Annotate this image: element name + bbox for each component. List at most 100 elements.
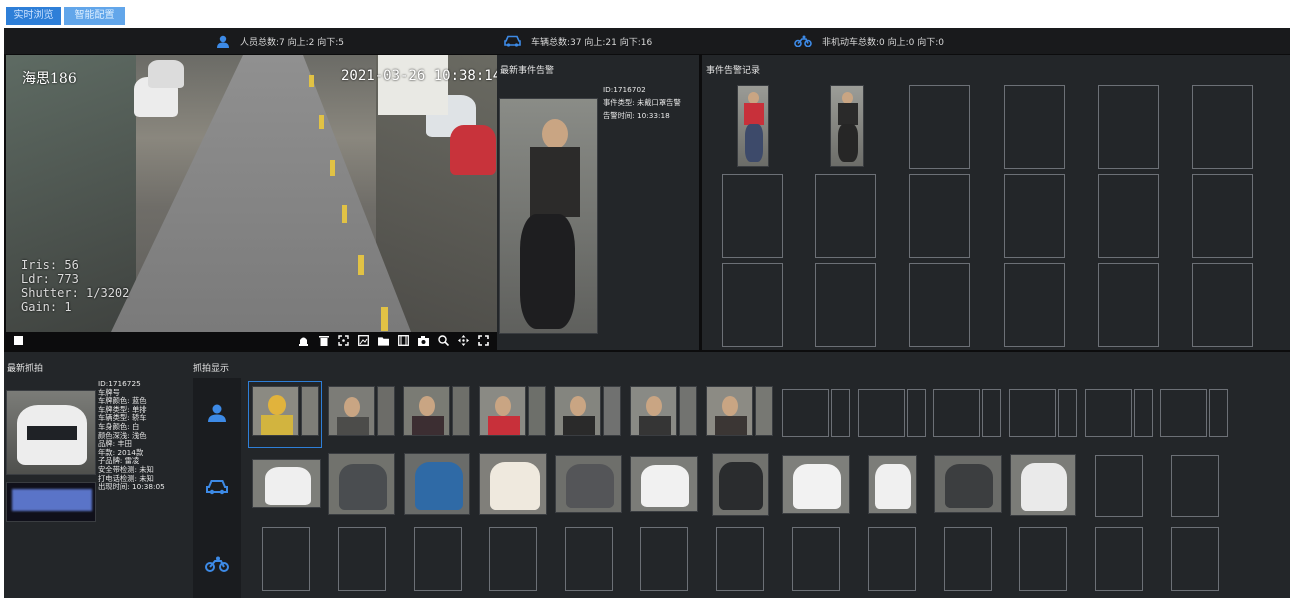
person-capture-slot [907,389,926,437]
tab-live-view[interactable]: 实时浏览 [6,7,61,25]
live-video[interactable]: 海思186 2021-03-26 10:38:14 Iris: 56 Ldr: … [6,55,497,332]
alert-record-slot [815,174,876,258]
vehicle-stat: 车辆总数:37 向上:21 向下:16 [504,28,652,54]
alert-record-slot [1192,85,1253,169]
lane-mark [330,160,335,176]
person-capture-thumb-small[interactable] [301,386,319,436]
capture-car [265,467,311,505]
latest-capture-vehicle[interactable] [6,390,96,475]
person-capture-slot [831,389,850,437]
person-capture-thumb-small[interactable] [679,386,697,436]
nonmotor-capture-slot [565,527,613,591]
person-category-icon[interactable] [193,398,241,428]
record-person [744,103,764,125]
video-toolbar [6,332,497,350]
vehicle-capture-thumb[interactable] [555,455,622,513]
nonmotor-capture-slot [262,527,310,591]
capture-face [495,396,511,416]
person-capture-thumb-small[interactable] [528,386,546,436]
person-capture-thumb[interactable] [630,386,677,436]
capture-face [722,396,738,416]
alert-record-thumb[interactable] [737,85,769,167]
alert-person [530,147,580,217]
nonmotor-capture-slot [489,527,537,591]
person-capture-slot [1009,389,1056,437]
latest-alert-panel: 最新事件告警 ID:1716702 事件类型: 未戴口罩告警 告警时间: 10:… [497,55,699,350]
zoom-icon[interactable] [438,335,449,346]
delete-icon[interactable] [318,335,329,346]
ptz-move-icon[interactable] [458,335,469,346]
tab-smart-config[interactable]: 智能配置 [64,7,125,25]
capture-car [641,465,689,507]
vehicle-capture-thumb[interactable] [404,453,470,515]
nonmotor-capture-slot [944,527,992,591]
person-capture-thumb-small[interactable] [755,386,773,436]
alert-snapshot[interactable] [499,98,598,334]
vehicle-capture-thumb[interactable] [252,459,321,508]
alarm-icon[interactable] [298,335,309,346]
person-capture-slot [858,389,905,437]
capture-body [488,416,520,435]
alert-scooter [520,214,575,329]
capture-face [419,396,435,416]
record-person [838,103,858,125]
person-capture-thumb[interactable] [403,386,450,436]
person-stat-text: 人员总数:7 向上:2 向下:5 [240,37,344,48]
person-capture-thumb-small[interactable] [603,386,621,436]
parked-bus [378,55,448,115]
vehicle-capture-thumb[interactable] [479,453,547,515]
osd-iris: Iris: 56 [21,258,79,272]
latest-capture-plate[interactable] [6,482,96,522]
top-nav: 实时浏览 智能配置 [0,0,1290,27]
vehicle-capture-thumb[interactable] [868,455,917,514]
main-stage: 海思186 2021-03-26 10:38:14 Iris: 56 Ldr: … [4,54,1290,598]
nonmotor-category-icon[interactable] [193,549,241,579]
vehicle-capture-thumb[interactable] [1010,454,1076,516]
person-capture-slot [1058,389,1077,437]
nonmotor-capture-slot [338,527,386,591]
capture-display-title: 抓拍显示 [193,364,230,374]
expand-icon[interactable] [478,335,489,346]
alert-records-panel: 事件告警记录 [702,55,1290,350]
record-scooter [745,124,763,162]
person-capture-thumb-small[interactable] [452,386,470,436]
capture-body [715,416,747,435]
alert-record-slot [1004,263,1065,347]
person-capture-thumb[interactable] [554,386,601,436]
person-capture-thumb[interactable] [328,386,375,436]
stop-icon[interactable] [14,336,23,345]
lane-mark [381,307,388,331]
alert-record-slot [1192,174,1253,258]
capture-car [339,464,387,510]
capture-car [1021,463,1067,511]
video-datetime: 2021-03-26 10:38:14 [341,68,497,84]
person-capture-thumb-small[interactable] [377,386,395,436]
film-icon[interactable] [398,335,409,346]
vehicle-capture-thumb[interactable] [630,456,698,512]
person-capture-thumb[interactable] [706,386,753,436]
capture-body [639,416,671,435]
vehicle-category-icon[interactable] [193,472,241,502]
vehicle-capture-thumb[interactable] [328,453,395,515]
camera-icon[interactable] [418,335,429,346]
latest-capture-title: 最新抓拍 [7,364,44,374]
vehicle-capture-slot [1095,455,1143,517]
person-capture-thumb[interactable] [479,386,526,436]
person-capture-thumb[interactable] [252,386,299,436]
vehicle-capture-thumb[interactable] [712,453,769,516]
alert-record-thumb[interactable] [830,85,864,167]
vehicle-capture-thumb[interactable] [934,455,1002,513]
capture-face [268,395,286,415]
alert-event-type: 事件类型: 未戴口罩告警 [603,98,681,107]
fullscreen-bracket-icon[interactable] [338,335,349,346]
alert-record-slot [1004,174,1065,258]
nonmotor-capture-slot [1095,527,1143,591]
vehicle-capture-thumb[interactable] [782,455,850,514]
folder-icon[interactable] [378,335,389,346]
osd-ldr: Ldr: 773 [21,272,79,286]
latest-alert-title: 最新事件告警 [500,66,555,76]
snapshot-icon[interactable] [358,335,369,346]
alert-record-slot [1192,263,1253,347]
nonmotor-capture-slot [716,527,764,591]
person-stat: 人员总数:7 向上:2 向下:5 [216,28,344,54]
